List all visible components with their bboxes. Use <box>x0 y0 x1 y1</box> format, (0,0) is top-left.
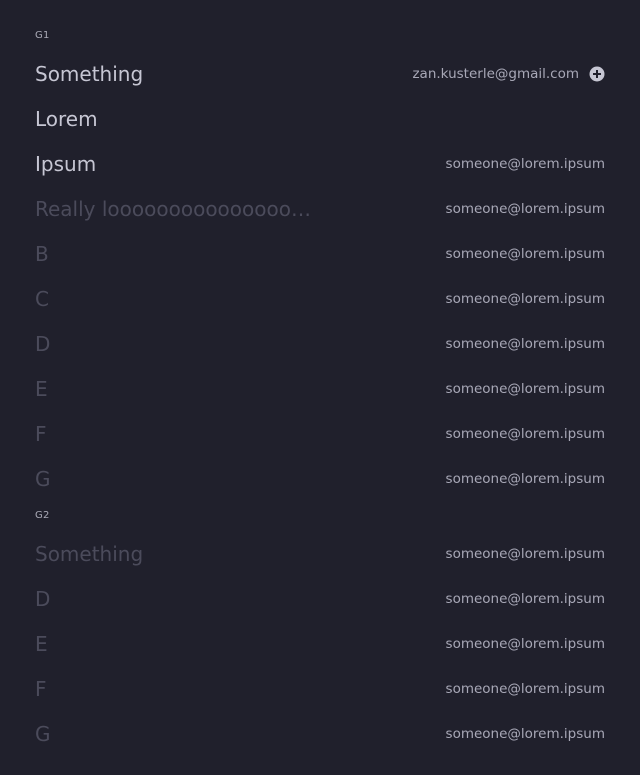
item-name[interactable]: Lorem <box>35 107 98 131</box>
item-name[interactable]: Really looooooooooooooooooooooong <box>35 197 320 221</box>
list-item[interactable]: Really looooooooooooooooooooooong someon… <box>35 186 605 231</box>
item-meta: someone@lorem.ipsum <box>446 156 605 172</box>
item-meta: someone@lorem.ipsum <box>446 591 605 607</box>
item-name[interactable]: F <box>35 422 47 446</box>
list-item[interactable]: G someone@lorem.ipsum <box>35 711 605 756</box>
item-name[interactable]: G <box>35 722 51 746</box>
list-item[interactable]: Lorem <box>35 96 605 141</box>
item-meta: someone@lorem.ipsum <box>446 681 605 697</box>
item-name[interactable]: F <box>35 677 47 701</box>
list-item[interactable]: G someone@lorem.ipsum <box>35 456 605 501</box>
item-email: someone@lorem.ipsum <box>445 725 605 742</box>
item-meta: someone@lorem.ipsum <box>446 291 605 307</box>
list-item[interactable]: D someone@lorem.ipsum <box>35 576 605 621</box>
item-name[interactable]: D <box>35 332 50 356</box>
item-meta: someone@lorem.ipsum <box>446 201 605 217</box>
item-name[interactable]: Something <box>35 62 143 86</box>
list-item[interactable]: Something zan.kusterle@gmail.com <box>35 51 605 96</box>
list-item[interactable]: C someone@lorem.ipsum <box>35 276 605 321</box>
item-name[interactable]: E <box>35 377 48 401</box>
item-email: someone@lorem.ipsum <box>445 590 605 607</box>
group-label-g1: G1 <box>35 30 50 41</box>
list-item[interactable]: D someone@lorem.ipsum <box>35 321 605 366</box>
list-item[interactable]: Ipsum someone@lorem.ipsum <box>35 141 605 186</box>
item-email: someone@lorem.ipsum <box>445 380 605 397</box>
list-item[interactable]: E someone@lorem.ipsum <box>35 621 605 666</box>
item-email: someone@lorem.ipsum <box>445 470 605 487</box>
item-email: someone@lorem.ipsum <box>445 425 605 442</box>
list-item[interactable]: F someone@lorem.ipsum <box>35 666 605 711</box>
list-item[interactable]: B someone@lorem.ipsum <box>35 231 605 276</box>
item-meta: someone@lorem.ipsum <box>446 381 605 397</box>
item-email: someone@lorem.ipsum <box>445 290 605 307</box>
item-meta: zan.kusterle@gmail.com <box>412 66 605 82</box>
plus-circle-icon[interactable] <box>589 66 605 82</box>
item-name[interactable]: Ipsum <box>35 152 96 176</box>
list-item[interactable]: Something someone@lorem.ipsum <box>35 531 605 576</box>
item-name[interactable]: D <box>35 587 50 611</box>
item-email: someone@lorem.ipsum <box>445 680 605 697</box>
group-label-g2: G2 <box>35 510 50 521</box>
item-name[interactable]: E <box>35 632 48 656</box>
item-email: someone@lorem.ipsum <box>445 545 605 562</box>
item-email: someone@lorem.ipsum <box>445 245 605 262</box>
item-email: someone@lorem.ipsum <box>445 155 605 172</box>
item-meta: someone@lorem.ipsum <box>446 726 605 742</box>
item-meta: someone@lorem.ipsum <box>446 546 605 562</box>
item-meta: someone@lorem.ipsum <box>446 336 605 352</box>
list-item[interactable]: F someone@lorem.ipsum <box>35 411 605 456</box>
item-email: zan.kusterle@gmail.com <box>412 65 579 82</box>
item-name[interactable]: C <box>35 287 49 311</box>
item-meta: someone@lorem.ipsum <box>446 471 605 487</box>
item-name[interactable]: G <box>35 467 51 491</box>
item-email: someone@lorem.ipsum <box>445 335 605 352</box>
item-name[interactable]: B <box>35 242 49 266</box>
item-meta: someone@lorem.ipsum <box>446 636 605 652</box>
item-email: someone@lorem.ipsum <box>445 635 605 652</box>
item-name[interactable]: Something <box>35 542 143 566</box>
item-meta: someone@lorem.ipsum <box>446 246 605 262</box>
contact-list: G1 Something zan.kusterle@gmail.com Lore… <box>0 0 640 775</box>
list-item[interactable]: E someone@lorem.ipsum <box>35 366 605 411</box>
item-email: someone@lorem.ipsum <box>445 200 605 217</box>
item-meta: someone@lorem.ipsum <box>446 426 605 442</box>
